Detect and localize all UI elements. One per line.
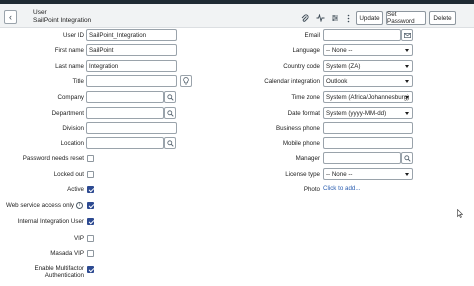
back-button[interactable]: ‹ xyxy=(4,10,17,24)
photo-label: Photo xyxy=(303,186,320,193)
mobile-phone-field[interactable] xyxy=(323,137,413,149)
time-zone-select[interactable]: System (Africa/Johannesburg) xyxy=(323,91,413,103)
title-label: Title xyxy=(72,78,84,85)
photo-add-link[interactable]: Click to add... xyxy=(323,185,361,192)
internal-integration-user-label: Internal Integration User xyxy=(17,218,84,225)
settings-icon[interactable] xyxy=(330,13,340,23)
time-zone-label: Time zone xyxy=(291,94,320,101)
record-type: User xyxy=(33,9,47,16)
masada-vip-checkbox[interactable] xyxy=(87,250,94,257)
department-lookup-button[interactable] xyxy=(164,107,176,119)
location-lookup-button[interactable] xyxy=(164,137,176,149)
language-select[interactable]: -- None -- xyxy=(323,44,413,56)
email-field[interactable] xyxy=(323,29,401,41)
chevron-left-icon: ‹ xyxy=(9,12,12,22)
masada-vip-label: Masada VIP xyxy=(50,250,84,257)
first-name-field[interactable]: SailPoint xyxy=(86,44,177,56)
company-lookup-button[interactable] xyxy=(164,91,176,103)
calendar-integration-select[interactable]: Outlook xyxy=(323,75,413,87)
info-icon[interactable]: i xyxy=(76,202,83,209)
user-id-field[interactable]: SailPoint_Integration xyxy=(86,29,177,41)
department-field[interactable] xyxy=(86,107,164,119)
license-type-value: -- None -- xyxy=(326,170,353,178)
web-service-access-only-checkbox[interactable] xyxy=(87,202,94,209)
enable-mfa-label-line2: Authentication xyxy=(44,272,84,279)
user-id-label: User ID xyxy=(63,32,84,39)
date-format-value: System (yyyy-MM-dd) xyxy=(326,109,387,117)
country-code-value: System (ZA) xyxy=(326,62,361,70)
language-label: Language xyxy=(292,47,320,54)
manager-label: Manager xyxy=(295,155,320,162)
email-send-button[interactable] xyxy=(401,29,413,41)
password-needs-reset-checkbox[interactable] xyxy=(87,155,94,162)
license-type-label: License type xyxy=(285,171,320,178)
license-type-select[interactable]: -- None -- xyxy=(323,168,413,180)
locked-out-checkbox[interactable] xyxy=(87,171,94,178)
business-phone-field[interactable] xyxy=(323,122,413,134)
enable-mfa-label-line1: Enable Multifactor xyxy=(34,265,84,272)
country-code-label: Country code xyxy=(283,63,320,70)
location-label: Location xyxy=(60,140,84,147)
date-format-label: Date format xyxy=(287,110,320,117)
web-service-access-only-label: Web service access only xyxy=(6,202,74,209)
search-icon xyxy=(166,109,174,117)
record-name: SailPoint Integration xyxy=(33,17,92,24)
enable-mfa-checkbox[interactable] xyxy=(87,266,94,273)
calendar-integration-label: Calendar integration xyxy=(264,78,320,85)
set-password-button[interactable]: Set Password xyxy=(386,11,426,25)
active-label: Active xyxy=(67,186,84,193)
delete-button[interactable]: Delete xyxy=(429,11,456,25)
vip-checkbox[interactable] xyxy=(87,235,94,242)
division-label: Division xyxy=(62,125,84,132)
update-button[interactable]: Update xyxy=(356,11,383,25)
envelope-icon xyxy=(403,32,411,38)
country-code-select[interactable]: System (ZA) xyxy=(323,60,413,72)
time-zone-value: System (Africa/Johannesburg) xyxy=(326,93,410,101)
locked-out-label: Locked out xyxy=(53,171,84,178)
form-header: ‹ User SailPoint Integration Update Set … xyxy=(0,4,474,28)
attachment-icon[interactable] xyxy=(300,13,310,23)
manager-lookup-button[interactable] xyxy=(401,152,413,164)
suggestion-button[interactable] xyxy=(180,75,192,87)
activity-icon[interactable] xyxy=(315,13,325,23)
active-checkbox[interactable] xyxy=(87,186,94,193)
last-name-field[interactable]: Integration xyxy=(86,60,177,72)
last-name-label: Last name xyxy=(55,63,84,70)
more-options-icon[interactable] xyxy=(343,13,353,23)
mouse-cursor-icon xyxy=(457,205,464,223)
title-field[interactable] xyxy=(86,75,177,87)
company-label: Company xyxy=(57,94,84,101)
search-icon xyxy=(166,93,174,101)
search-icon xyxy=(166,139,174,147)
lightbulb-icon xyxy=(183,77,189,85)
location-field[interactable] xyxy=(86,137,164,149)
division-field[interactable] xyxy=(86,122,177,134)
email-label: Email xyxy=(304,32,320,39)
vip-label: VIP xyxy=(74,235,84,242)
date-format-select[interactable]: System (yyyy-MM-dd) xyxy=(323,107,413,119)
company-field[interactable] xyxy=(86,91,164,103)
manager-field[interactable] xyxy=(323,152,401,164)
language-value: -- None -- xyxy=(326,46,353,54)
first-name-label: First name xyxy=(54,47,84,54)
internal-integration-user-checkbox[interactable] xyxy=(87,218,94,225)
calendar-integration-value: Outlook xyxy=(326,77,348,85)
search-icon xyxy=(403,154,411,162)
mobile-phone-label: Mobile phone xyxy=(282,140,320,147)
department-label: Department xyxy=(51,110,84,117)
business-phone-label: Business phone xyxy=(275,125,320,132)
password-needs-reset-label: Password needs reset xyxy=(22,155,84,162)
